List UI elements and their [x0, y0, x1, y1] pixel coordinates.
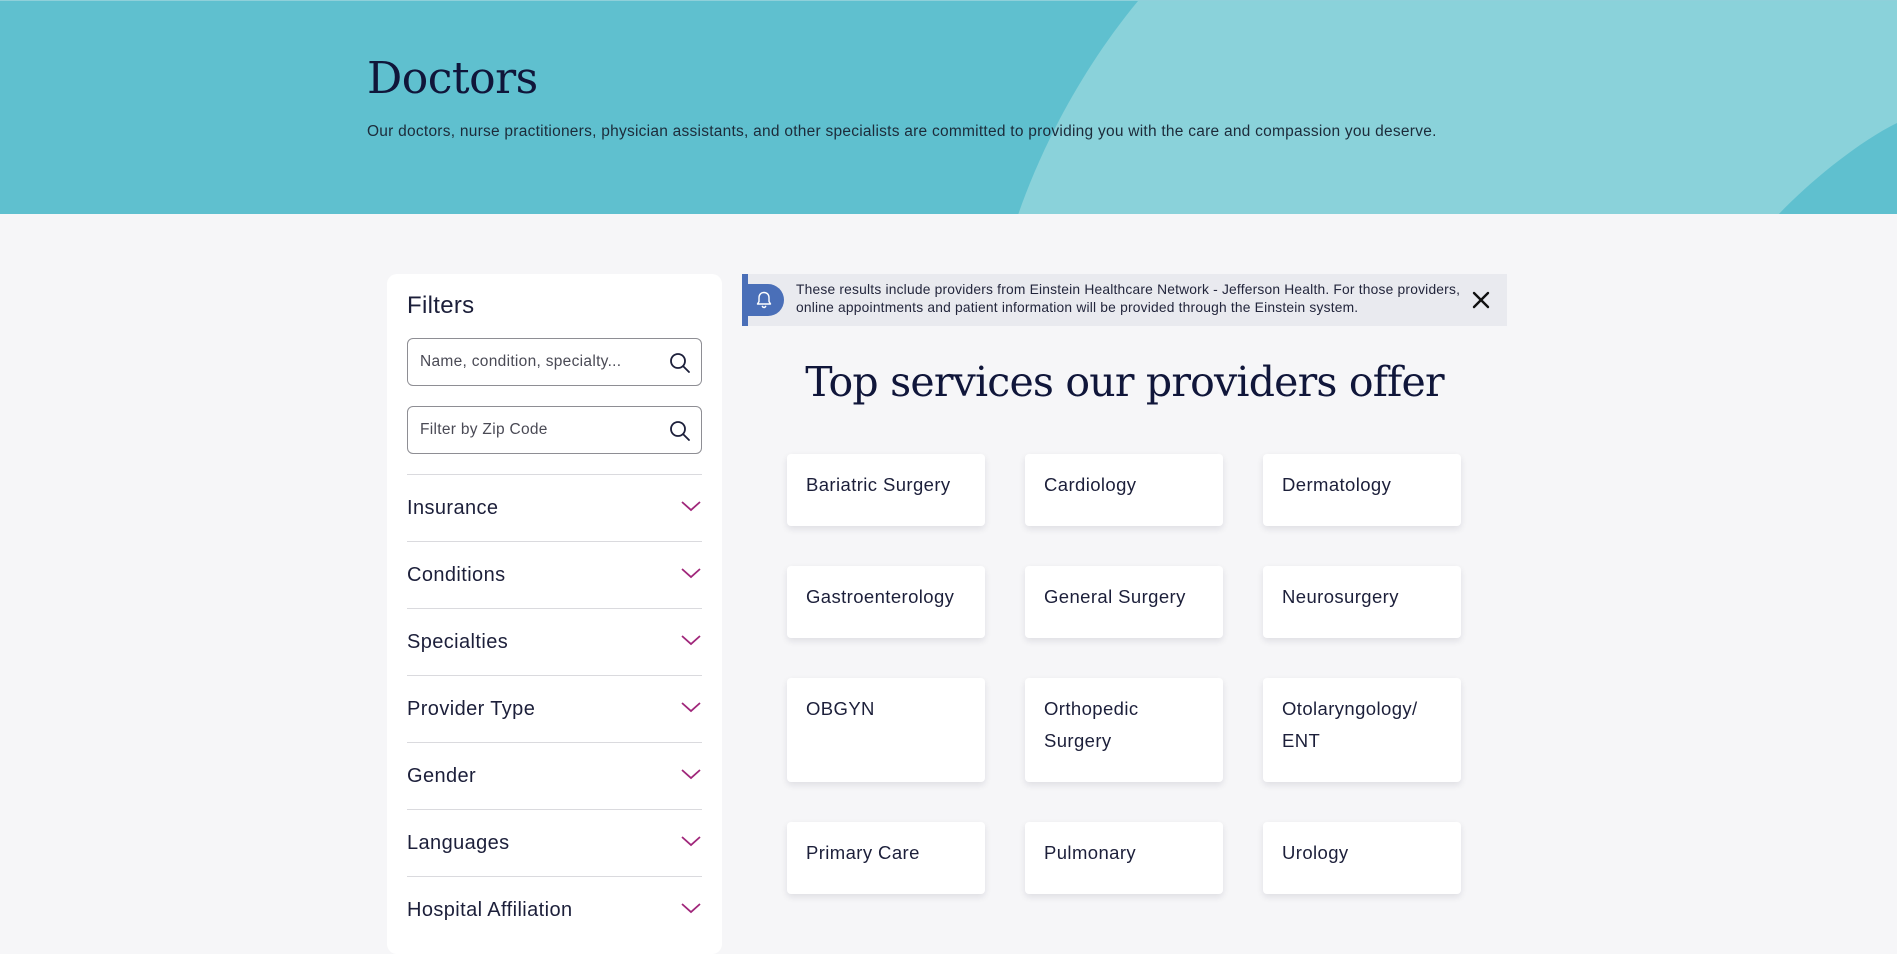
notice-message: These results include providers from Ein…: [796, 282, 1461, 315]
service-label: Orthopedic Surgery: [1044, 698, 1139, 751]
filter-label: Languages: [407, 832, 510, 854]
zip-code-input[interactable]: [420, 407, 660, 453]
service-label: Cardiology: [1044, 474, 1137, 495]
filter-gender[interactable]: Gender: [407, 742, 702, 809]
chevron-down-icon: [681, 568, 701, 579]
service-label: Urology: [1282, 842, 1349, 863]
search-field: [407, 338, 702, 386]
services-heading: Top services our providers offer: [805, 358, 1444, 406]
chevron-down-icon: [681, 769, 701, 780]
hero-banner: Doctors Our doctors, nurse practitioners…: [0, 0, 1897, 214]
service-label: Primary Care: [806, 842, 920, 863]
service-label: Bariatric Surgery: [806, 474, 951, 495]
filter-languages[interactable]: Languages: [407, 809, 702, 876]
zip-field: [407, 406, 702, 454]
service-card-dermatology[interactable]: Dermatology: [1263, 454, 1461, 526]
service-card-obgyn[interactable]: OBGYN: [787, 678, 985, 782]
info-notice: These results include providers from Ein…: [742, 274, 1507, 326]
filter-label: Hospital Affiliation: [407, 899, 573, 921]
service-label: General Surgery: [1044, 586, 1186, 607]
service-card-urology[interactable]: Urology: [1263, 822, 1461, 894]
filter-insurance[interactable]: Insurance: [407, 474, 702, 541]
chevron-down-icon: [681, 635, 701, 646]
service-card-orthopedic-surgery[interactable]: Orthopedic Surgery: [1025, 678, 1223, 782]
hero-decoration: [1018, 1, 1897, 214]
service-label: Neurosurgery: [1282, 586, 1399, 607]
filter-label: Gender: [407, 765, 477, 787]
service-card-neurosurgery[interactable]: Neurosurgery: [1263, 566, 1461, 638]
filter-provider-type[interactable]: Provider Type: [407, 675, 702, 742]
service-card-otolaryngology-ent[interactable]: Otolaryngology/ ENT: [1263, 678, 1461, 782]
service-label: OBGYN: [806, 698, 875, 719]
service-card-bariatric-surgery[interactable]: Bariatric Surgery: [787, 454, 985, 526]
services-grid: Bariatric Surgery Cardiology Dermatology…: [787, 454, 1462, 894]
filter-label: Specialties: [407, 631, 509, 653]
filter-label: Insurance: [407, 497, 499, 519]
chevron-down-icon: [681, 836, 701, 847]
service-card-general-surgery[interactable]: General Surgery: [1025, 566, 1223, 638]
close-icon[interactable]: [1471, 290, 1491, 310]
filter-conditions[interactable]: Conditions: [407, 541, 702, 608]
search-input[interactable]: [420, 339, 660, 385]
service-card-pulmonary[interactable]: Pulmonary: [1025, 822, 1223, 894]
page-subtitle: Our doctors, nurse practitioners, physic…: [367, 123, 1437, 140]
service-label: Gastroenterology: [806, 586, 955, 607]
service-card-primary-care[interactable]: Primary Care: [787, 822, 985, 894]
service-label: Otolaryngology/ ENT: [1282, 698, 1418, 751]
filter-label: Conditions: [407, 564, 506, 586]
search-icon[interactable]: [668, 419, 692, 443]
service-label: Pulmonary: [1044, 842, 1137, 863]
chevron-down-icon: [681, 501, 701, 512]
filter-hospital-affiliation[interactable]: Hospital Affiliation: [407, 876, 702, 943]
service-card-gastroenterology[interactable]: Gastroenterology: [787, 566, 985, 638]
filter-specialties[interactable]: Specialties: [407, 608, 702, 675]
service-card-cardiology[interactable]: Cardiology: [1025, 454, 1223, 526]
page-title: Doctors: [367, 53, 538, 104]
notice-badge: [742, 284, 784, 316]
chevron-down-icon: [681, 702, 701, 713]
filter-label: Provider Type: [407, 698, 536, 720]
filters-panel: Filters Insurance Conditions Specialties…: [387, 274, 722, 954]
service-label: Dermatology: [1282, 474, 1392, 495]
search-icon[interactable]: [668, 351, 692, 375]
filters-title: Filters: [407, 292, 475, 319]
bell-icon: [756, 291, 772, 309]
chevron-down-icon: [681, 903, 701, 914]
